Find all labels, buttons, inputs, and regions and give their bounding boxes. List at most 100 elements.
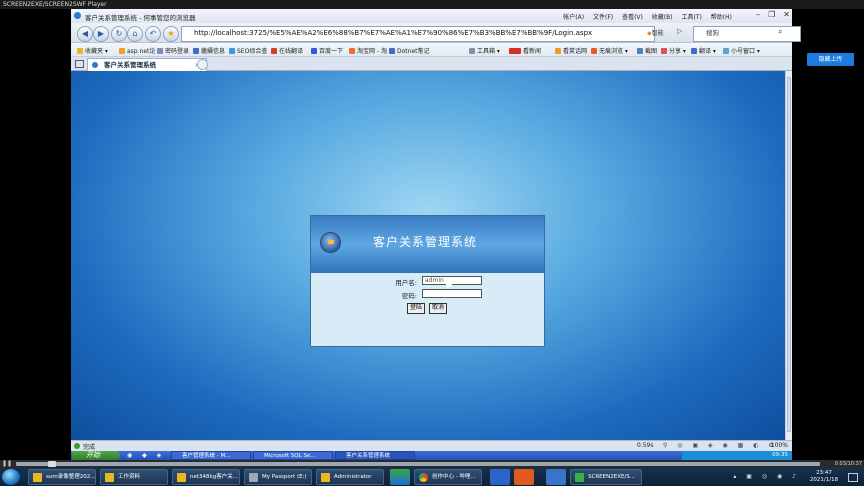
- taskbar-item-admin[interactable]: Administrator: [316, 469, 384, 485]
- fav-item-translate-tool[interactable]: 翻译 ▾: [691, 46, 716, 55]
- tab-crm[interactable]: 客户关系管理系统 ×: [87, 58, 207, 72]
- back-icon[interactable]: ◀: [77, 26, 93, 42]
- inner-task-browser[interactable]: 客户关系管理系统: [335, 451, 415, 460]
- inner-task-crm[interactable]: 客户管理系统 - M...: [171, 451, 251, 460]
- taskbar-item-bilibili[interactable]: 创作中心 - 哔哩...: [414, 469, 482, 485]
- menu-account[interactable]: 帐户(A): [563, 14, 584, 21]
- page-icon: [349, 48, 355, 54]
- inner-tray: 09:35: [682, 451, 792, 460]
- address-bar[interactable]: http://localhost:3725/%E5%AE%A2%E6%88%B7…: [181, 26, 655, 42]
- menu-favorites[interactable]: 收藏(B): [652, 14, 673, 21]
- windows-start-button[interactable]: [2, 469, 20, 485]
- inner-start-button[interactable]: 开始: [72, 451, 120, 460]
- login-button[interactable]: 登陆: [407, 303, 426, 314]
- close-icon[interactable]: ✕: [783, 10, 790, 19]
- fav-item-taobao[interactable]: 淘宝网 - 淘: [349, 46, 387, 55]
- clock-date: 2021/1/18: [809, 477, 839, 483]
- app-icon[interactable]: [390, 469, 410, 485]
- menu-view[interactable]: 查看(V): [622, 14, 643, 21]
- seek-handle[interactable]: [48, 461, 57, 467]
- taskbar-item-passport[interactable]: My Passport (E:): [244, 469, 312, 485]
- seek-time: 0:03/10:37: [834, 461, 862, 467]
- pause-icon[interactable]: ❚❚: [2, 460, 12, 468]
- password-input[interactable]: [422, 289, 482, 298]
- menu-tools[interactable]: 工具(T): [682, 14, 702, 21]
- restore-icon[interactable]: ❐: [768, 10, 775, 19]
- fav-item-dotnet[interactable]: Dotnet笔记: [389, 46, 430, 55]
- fav-item-login[interactable]: 密码登录: [157, 46, 189, 55]
- menu-help[interactable]: 帮助(H): [711, 14, 732, 21]
- fav-item-share[interactable]: 分享 ▾: [661, 46, 686, 55]
- page-icon: [389, 48, 395, 54]
- cancel-button[interactable]: 取消: [429, 303, 448, 314]
- quicklaunch-icons: ◉ ◆ ◈: [127, 452, 166, 459]
- incognito-icon: [591, 48, 597, 54]
- fav-item-small-window[interactable]: 小号窗口 ▾: [723, 46, 760, 55]
- upload-button[interactable]: 隐藏上传: [807, 53, 854, 66]
- taskbar-item-work[interactable]: 工作资料: [100, 469, 168, 485]
- cloud-app-icon[interactable]: [490, 469, 510, 485]
- fav-item-favorites[interactable]: 收藏夹 ▾: [77, 46, 108, 55]
- play-icon[interactable]: ▷: [677, 27, 682, 35]
- fav-item-aspnet[interactable]: asp.net论: [119, 46, 155, 55]
- star-icon[interactable]: ★: [163, 26, 179, 42]
- taskbar-item-net-project[interactable]: net348kg客户关...: [172, 469, 240, 485]
- page-icon: [311, 48, 317, 54]
- translate-icon: [691, 48, 697, 54]
- page-content: 客户关系管理系统 用户名: admin 密码: 登陆 取消: [71, 71, 785, 440]
- seek-track[interactable]: [16, 462, 820, 466]
- notification-icon[interactable]: [848, 473, 858, 482]
- zoom-level[interactable]: 100%: [771, 442, 788, 449]
- fav-item-info[interactable]: 繼續信息: [193, 46, 225, 55]
- fav-item-seo[interactable]: SEO综合查: [229, 46, 267, 55]
- browser-menu-bar: 帐户(A) 文件(F) 查看(V) 收藏(B) 工具(T) 帮助(H): [556, 12, 732, 21]
- refresh-icon[interactable]: ↻: [111, 26, 127, 42]
- sidebar-toggle-icon[interactable]: [75, 60, 84, 68]
- fav-item-translate[interactable]: 在线翻译: [271, 46, 303, 55]
- player-title-bar: SCREEN2EXE/SCREEN2SWF Player: [0, 0, 864, 9]
- news-icon: [509, 48, 521, 54]
- smart-mode-button[interactable]: ◆智能: [647, 28, 664, 37]
- forward-icon[interactable]: ▶: [93, 26, 109, 42]
- system-clock[interactable]: 23:47 2021/1/18: [804, 470, 844, 484]
- inner-taskbar: 开始 ◉ ◆ ◈ 客户管理系统 - M... Microsoft SQL Se.…: [71, 451, 792, 460]
- vertical-scrollbar[interactable]: [785, 71, 792, 440]
- fav-item-jokes[interactable]: 看笑话网: [555, 46, 587, 55]
- search-icon[interactable]: ⌕: [778, 27, 782, 37]
- taskbar-item-recordings[interactable]: sum录像整理202...: [28, 469, 96, 485]
- share-icon: [661, 48, 667, 54]
- fav-item-toolbox[interactable]: 工具箱 ▾: [469, 46, 500, 55]
- page-icon: [271, 48, 277, 54]
- fav-item-baidu[interactable]: 百度一下: [311, 46, 343, 55]
- window-controls: – ❐ ✕: [748, 10, 790, 19]
- scissors-icon: [637, 48, 643, 54]
- minimize-icon[interactable]: –: [756, 10, 760, 19]
- company-logo-icon: [320, 232, 341, 253]
- inner-task-sql[interactable]: Microsoft SQL Se...: [253, 451, 333, 460]
- window-icon: [723, 48, 729, 54]
- undo-icon[interactable]: ↶: [145, 26, 161, 42]
- scrollbar-thumb[interactable]: [787, 77, 791, 432]
- done-icon: [74, 443, 80, 449]
- new-tab-icon[interactable]: [197, 59, 208, 70]
- folder-icon: [177, 473, 186, 482]
- drive-icon: [249, 473, 258, 482]
- folder-icon: [105, 473, 114, 482]
- status-text: 完成: [83, 444, 96, 451]
- app-icon[interactable]: [514, 469, 534, 485]
- clock-time: 23:47: [816, 470, 832, 476]
- taskbar-item-screen2exe[interactable]: SCREEN2EXE/S...: [570, 469, 642, 485]
- fav-item-incognito[interactable]: 无痕浏览 ▾: [591, 46, 628, 55]
- fav-item-news[interactable]: 看新闻: [509, 46, 541, 55]
- login-title: 客户关系管理系统: [373, 235, 478, 249]
- fav-item-screenshot[interactable]: 截图: [637, 46, 657, 55]
- player-controls: ❚❚ 0:03/10:37: [0, 460, 864, 468]
- search-input[interactable]: 搜狗: [693, 26, 801, 42]
- smart-mode-label: 智能: [651, 30, 664, 37]
- menu-file[interactable]: 文件(F): [593, 14, 613, 21]
- system-tray-icons[interactable]: ▴ ▣ ◎ ◉ ♪: [733, 473, 800, 480]
- app-icon[interactable]: [546, 469, 566, 485]
- status-tool-icons: ⚲ ◎ ▣ ◈ ◉ ▦ ◐ ⚙: [663, 442, 778, 449]
- folder-icon: [321, 473, 330, 482]
- home-icon[interactable]: ⌂: [127, 26, 143, 42]
